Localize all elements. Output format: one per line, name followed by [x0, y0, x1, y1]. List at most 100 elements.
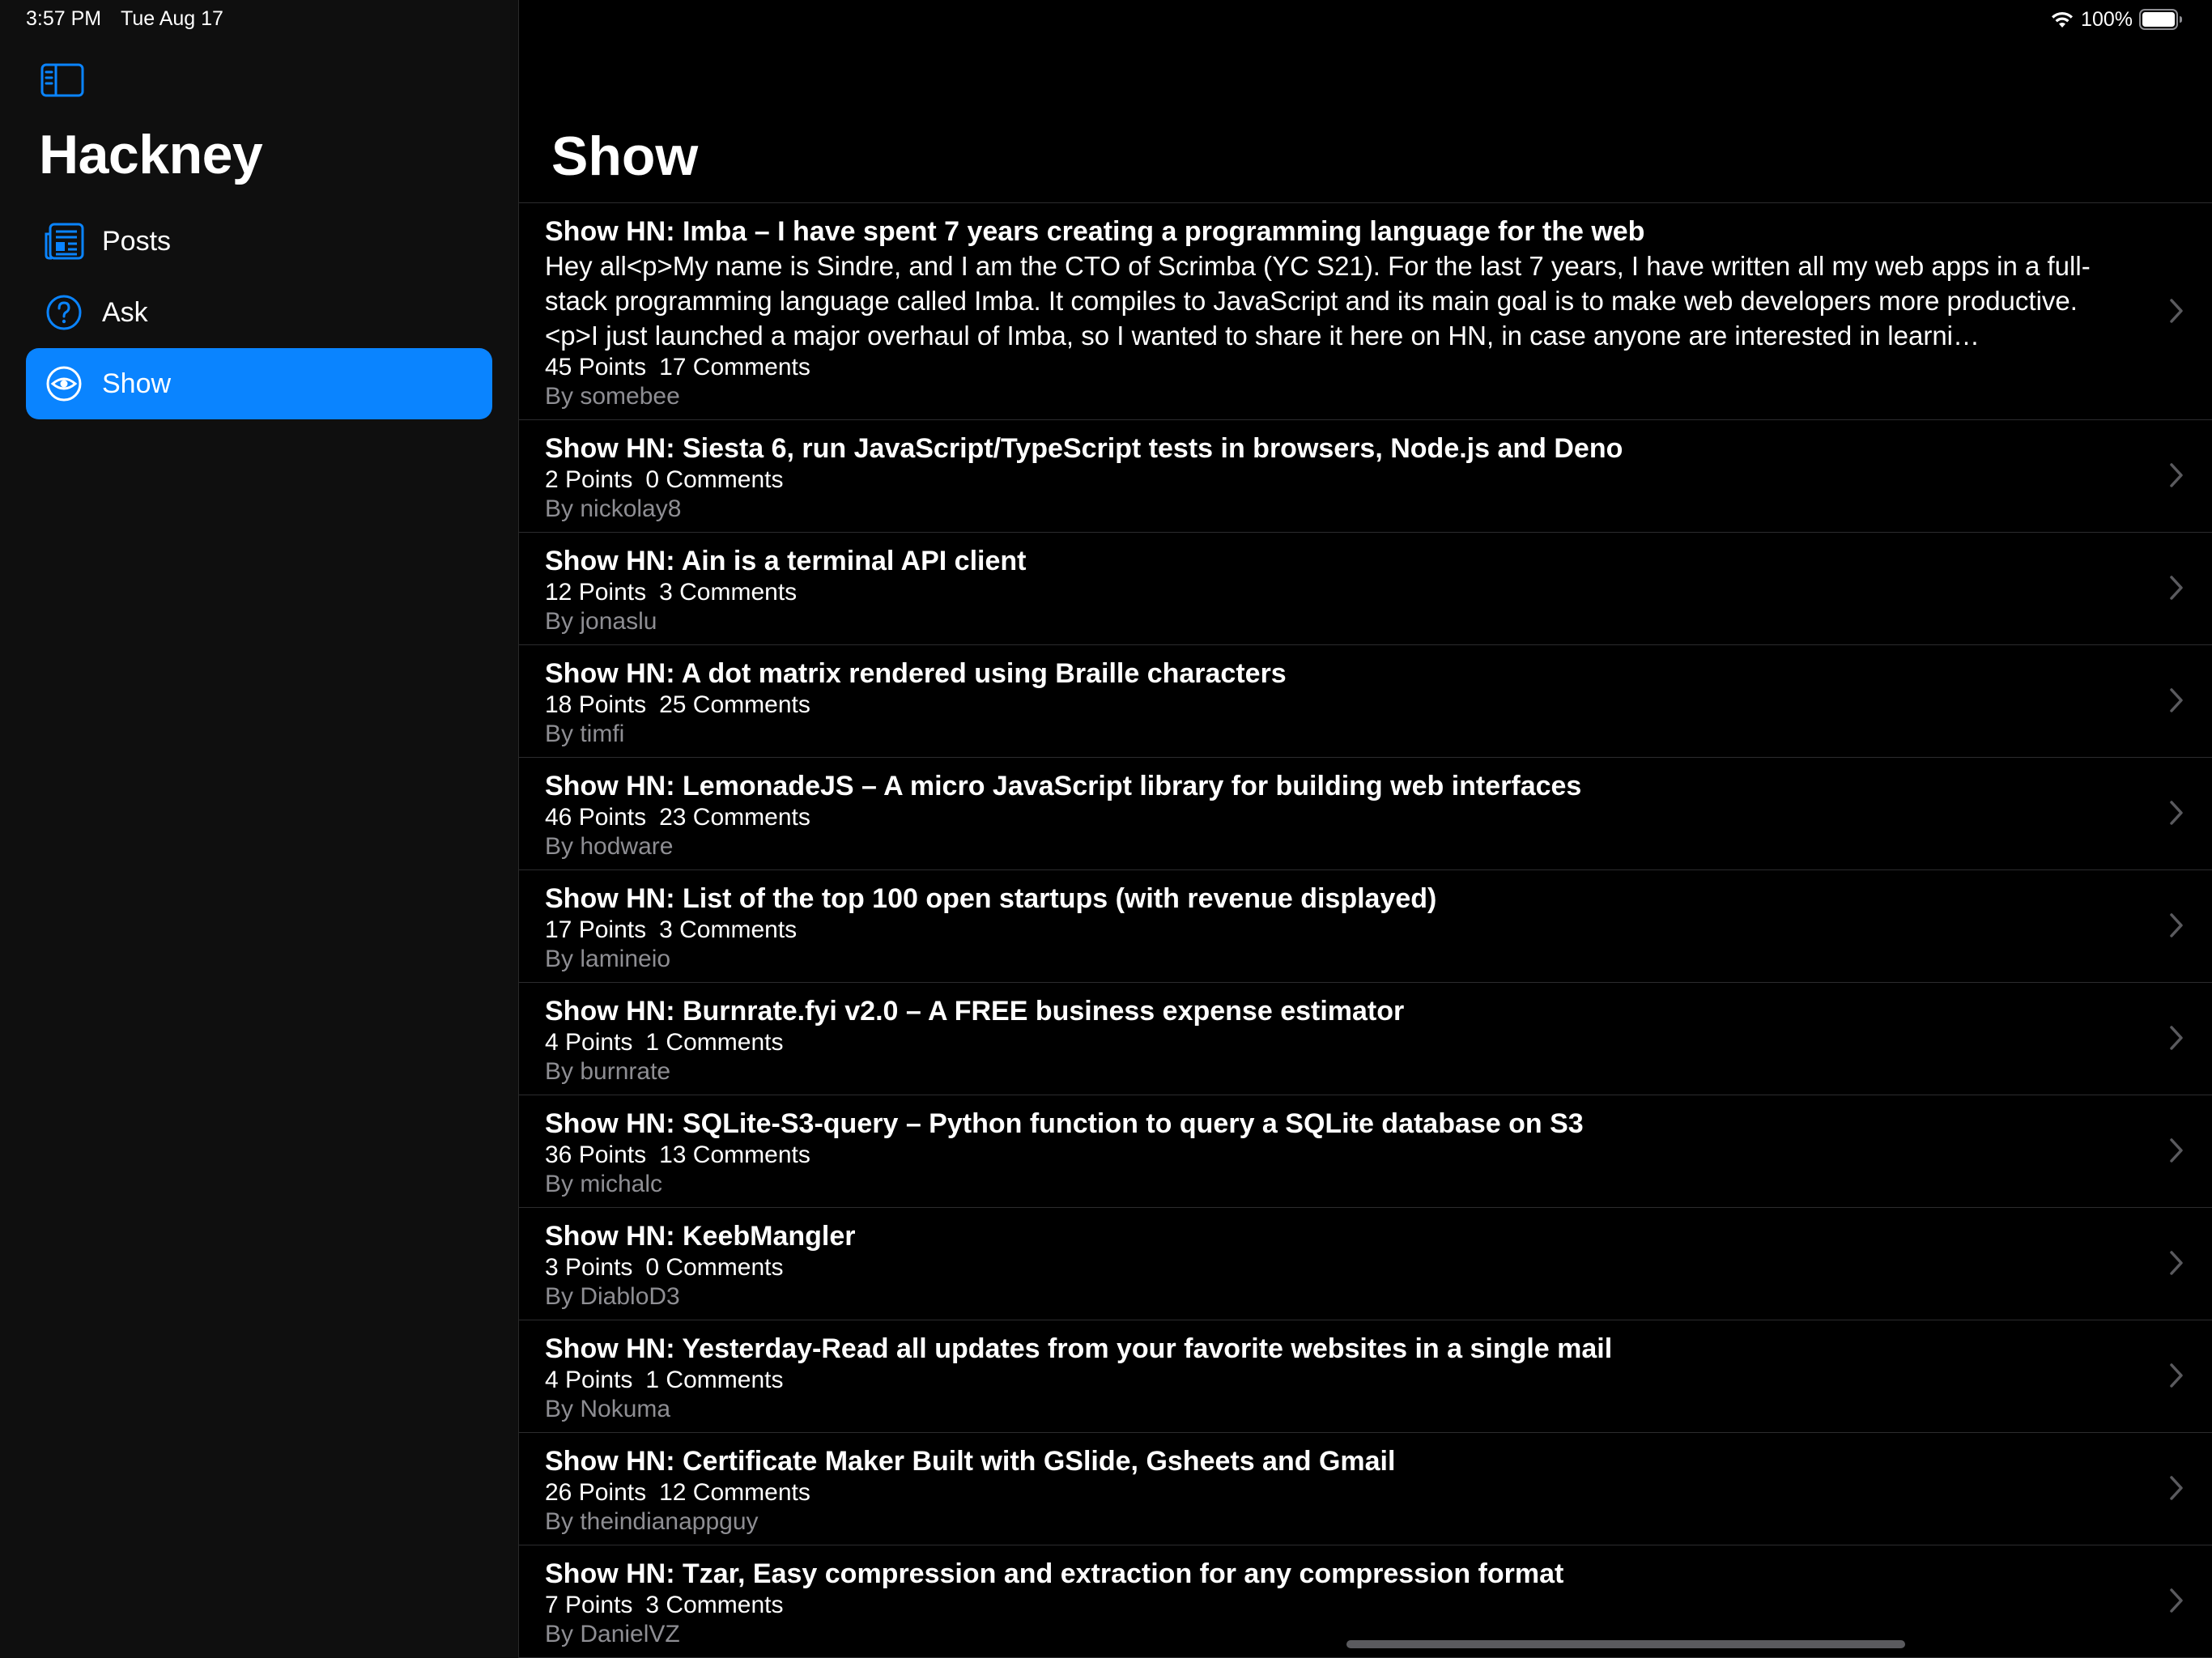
post-comments: 17 Comments	[659, 354, 810, 380]
post-points: 36 Points	[545, 1141, 647, 1168]
post-title: Show HN: Certificate Maker Built with GS…	[545, 1446, 1396, 1477]
post-stats: 3 Points 0 Comments	[545, 1253, 2123, 1282]
chevron-right-icon	[2170, 801, 2183, 825]
post-title: Show HN: LemonadeJS – A micro JavaScript…	[545, 771, 1582, 801]
sidebar-item-ask[interactable]: Ask	[26, 277, 492, 348]
question-circle-icon	[42, 291, 86, 334]
list-item[interactable]: Show HN: A dot matrix rendered using Bra…	[519, 645, 2212, 758]
list-item[interactable]: Show HN: List of the top 100 open startu…	[519, 870, 2212, 983]
post-body: Hey all<p>My name is Sindre, and I am th…	[545, 251, 2091, 351]
post-comments: 12 Comments	[659, 1479, 810, 1506]
page-title: Show	[551, 125, 699, 187]
chevron-right-icon	[2170, 1588, 2183, 1613]
post-comments: 0 Comments	[645, 466, 784, 493]
chevron-right-icon	[2170, 463, 2183, 487]
post-comments: 1 Comments	[645, 1029, 784, 1056]
post-title: Show HN: Imba – I have spent 7 years cre…	[545, 216, 1645, 247]
list-item[interactable]: Show HN: Yesterday-Read all updates from…	[519, 1320, 2212, 1433]
sidebar-nav: Posts Ask Show	[26, 206, 492, 419]
post-stats: 12 Points 3 Comments	[545, 578, 2123, 607]
eye-icon	[42, 362, 86, 406]
post-points: 7 Points	[545, 1592, 633, 1618]
post-title: Show HN: KeebMangler	[545, 1221, 856, 1252]
post-title: Show HN: List of the top 100 open startu…	[545, 883, 1437, 914]
list-item[interactable]: Show HN: Certificate Maker Built with GS…	[519, 1433, 2212, 1545]
status-date: Tue Aug 17	[121, 7, 223, 30]
list-item[interactable]: Show HN: SQLite-S3-query – Python functi…	[519, 1095, 2212, 1208]
post-stats: 45 Points 17 Comments	[545, 353, 2123, 382]
post-points: 12 Points	[545, 579, 647, 606]
post-comments: 3 Comments	[659, 579, 798, 606]
sidebar-toggle-icon[interactable]	[40, 63, 84, 97]
post-points: 17 Points	[545, 916, 647, 943]
chevron-right-icon	[2170, 576, 2183, 600]
sidebar-item-show[interactable]: Show	[26, 348, 492, 419]
post-comments: 13 Comments	[659, 1141, 810, 1168]
sidebar: Hackney Posts Ask Show	[0, 0, 519, 1658]
post-stats: 7 Points 3 Comments	[545, 1591, 2123, 1620]
post-title: Show HN: Ain is a terminal API client	[545, 546, 1027, 576]
post-stats: 17 Points 3 Comments	[545, 916, 2123, 945]
post-stats: 26 Points 12 Comments	[545, 1478, 2123, 1507]
chevron-right-icon	[2170, 1251, 2183, 1275]
post-stats: 36 Points 13 Comments	[545, 1141, 2123, 1170]
post-points: 46 Points	[545, 804, 647, 831]
post-points: 4 Points	[545, 1029, 633, 1056]
post-title: Show HN: A dot matrix rendered using Bra…	[545, 658, 1287, 689]
post-author: By jonaslu	[545, 608, 657, 635]
sidebar-item-label: Ask	[102, 296, 148, 328]
list-item[interactable]: Show HN: Siesta 6, run JavaScript/TypeSc…	[519, 420, 2212, 533]
post-author: By timfi	[545, 721, 625, 747]
post-stats: 46 Points 23 Comments	[545, 803, 2123, 832]
sidebar-item-label: Posts	[102, 225, 172, 257]
chevron-right-icon	[2170, 1476, 2183, 1500]
chevron-right-icon	[2170, 1026, 2183, 1050]
main-content: Show Show HN: Imba – I have spent 7 year…	[519, 0, 2212, 1658]
post-stats: 4 Points 1 Comments	[545, 1028, 2123, 1057]
list-item[interactable]: Show HN: LemonadeJS – A micro JavaScript…	[519, 758, 2212, 870]
post-points: 4 Points	[545, 1367, 633, 1393]
post-comments: 3 Comments	[659, 916, 798, 943]
list-item[interactable]: Show HN: Ain is a terminal API client 12…	[519, 533, 2212, 645]
battery-percentage: 100%	[2081, 7, 2133, 31]
sidebar-item-posts[interactable]: Posts	[26, 206, 492, 277]
post-title: Show HN: Burnrate.fyi v2.0 – A FREE busi…	[545, 996, 1405, 1027]
post-comments: 25 Comments	[659, 691, 810, 718]
post-stats: 2 Points 0 Comments	[545, 466, 2123, 495]
post-points: 2 Points	[545, 466, 633, 493]
chevron-right-icon	[2170, 913, 2183, 937]
chevron-right-icon	[2170, 688, 2183, 712]
post-author: By theindianappguy	[545, 1508, 759, 1535]
status-time: 3:57 PM	[26, 7, 102, 30]
post-title: Show HN: Yesterday-Read all updates from…	[545, 1333, 1613, 1364]
post-author: By hodware	[545, 833, 674, 860]
post-author: By somebee	[545, 383, 680, 410]
posts-list: Show HN: Imba – I have spent 7 years cre…	[519, 202, 2212, 1658]
post-title: Show HN: Tzar, Easy compression and extr…	[545, 1558, 1564, 1589]
sidebar-item-label: Show	[102, 368, 172, 399]
battery-icon	[2139, 9, 2183, 30]
wifi-icon	[2050, 10, 2074, 29]
post-stats: 4 Points 1 Comments	[545, 1366, 2123, 1395]
post-author: By michalc	[545, 1171, 663, 1197]
post-points: 3 Points	[545, 1254, 633, 1281]
list-item[interactable]: Show HN: Burnrate.fyi v2.0 – A FREE busi…	[519, 983, 2212, 1095]
app-title: Hackney	[39, 124, 263, 185]
list-item[interactable]: Show HN: KeebMangler 3 Points 0 Comments …	[519, 1208, 2212, 1320]
post-points: 26 Points	[545, 1479, 647, 1506]
post-points: 18 Points	[545, 691, 647, 718]
post-author: By burnrate	[545, 1058, 671, 1085]
chevron-right-icon	[2170, 298, 2183, 323]
home-indicator[interactable]	[1346, 1640, 1905, 1648]
post-comments: 23 Comments	[659, 804, 810, 831]
post-comments: 1 Comments	[645, 1367, 784, 1393]
list-item[interactable]: Show HN: Imba – I have spent 7 years cre…	[519, 203, 2212, 420]
post-author: By DiabloD3	[545, 1283, 680, 1310]
post-title: Show HN: SQLite-S3-query – Python functi…	[545, 1108, 1584, 1139]
post-stats: 18 Points 25 Comments	[545, 691, 2123, 720]
post-author: By lamineio	[545, 946, 671, 972]
newspaper-icon	[42, 219, 86, 263]
chevron-right-icon	[2170, 1138, 2183, 1163]
post-comments: 3 Comments	[645, 1592, 784, 1618]
post-title: Show HN: Siesta 6, run JavaScript/TypeSc…	[545, 433, 1623, 464]
